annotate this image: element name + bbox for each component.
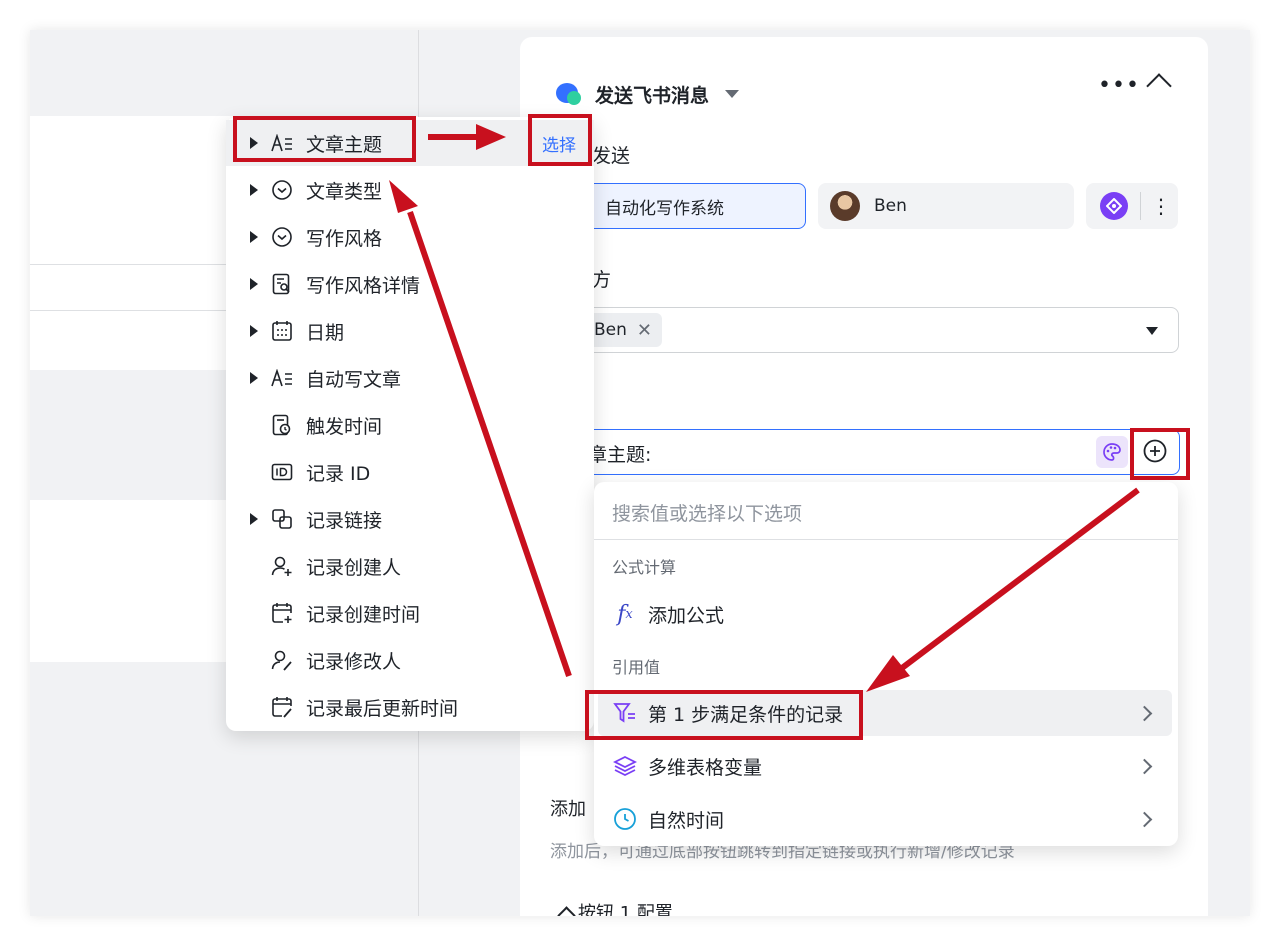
add-formula-item[interactable]: fx 添加公式 [598, 591, 1172, 637]
chevron-right-icon [1136, 758, 1153, 774]
expand-triangle-icon[interactable] [250, 513, 258, 525]
more-icon[interactable]: ••• [1098, 73, 1140, 98]
send-label: 发送 [592, 145, 631, 167]
field-item-record-last-updated[interactable]: 记录最后更新时间 [226, 684, 594, 730]
select-caret-icon[interactable] [1146, 327, 1158, 335]
avatar [830, 191, 860, 221]
group-label-reference: 引用值 [612, 658, 661, 677]
separator [594, 539, 1178, 540]
clock-icon [612, 806, 638, 832]
field-item-writing-style-detail[interactable]: 写作风格详情 [226, 261, 594, 307]
field-item-trigger-time[interactable]: 触发时间 [226, 402, 594, 448]
add-button-label: 添加 [550, 799, 586, 820]
annotation-box-add [1130, 428, 1190, 480]
field-item-record-modifier[interactable]: 记录修改人 [226, 637, 594, 683]
action-title: 发送飞书消息 [595, 84, 710, 107]
field-item-label: 记录修改人 [306, 650, 402, 673]
text-icon [270, 366, 294, 390]
lookup-icon [270, 272, 294, 296]
field-item-label: 记录最后更新时间 [306, 697, 459, 720]
annotation-box-ref-item [585, 690, 863, 740]
chevron-right-icon [1136, 705, 1153, 721]
field-item-record-link[interactable]: 记录链接 [226, 496, 594, 542]
source-option-user[interactable]: Ben [818, 183, 1074, 229]
ref-item-table-variables[interactable]: 多维表格变量 [598, 743, 1172, 789]
chevron-up-icon[interactable] [557, 906, 576, 916]
field-item-article-type[interactable]: 文章类型 [226, 167, 594, 213]
field-item-label: 日期 [306, 321, 345, 344]
field-item-label: 自动写文章 [306, 368, 402, 391]
field-item-label: 记录创建时间 [306, 603, 421, 626]
field-item-date[interactable]: 日期 [226, 308, 594, 354]
collapse-icon[interactable] [1146, 73, 1172, 99]
annotation-box-field [233, 116, 416, 162]
feishu-message-icon [556, 83, 581, 105]
id-icon [270, 460, 294, 484]
field-item-label: 记录创建人 [306, 556, 402, 579]
expand-triangle-icon[interactable] [250, 278, 258, 290]
source-option-label: 自动化写作系统 [605, 198, 724, 219]
single-select-icon [270, 178, 294, 202]
expand-triangle-icon[interactable] [250, 231, 258, 243]
group-label-formula: 公式计算 [612, 558, 677, 577]
kebab-menu-icon[interactable]: ⋮ [1151, 196, 1171, 216]
add-formula-label: 添加公式 [648, 604, 725, 627]
field-item-record-id[interactable]: 记录 ID [226, 449, 594, 495]
field-item-label: 写作风格 [306, 227, 383, 250]
field-item-record-created-time[interactable]: 记录创建时间 [226, 590, 594, 636]
variable-dropdown: 搜索值或选择以下选项 公式计算 fx 添加公式 引用值 第 1 步满足条件的记录… [594, 482, 1178, 846]
expand-triangle-icon[interactable] [250, 325, 258, 337]
separator [1140, 192, 1141, 220]
user-name: Ben [874, 196, 907, 216]
expand-triangle-icon[interactable] [250, 184, 258, 196]
field-dropdown: 文章主题 选择 文章类型 写作风格 写作风格详情 日期 自动写文章 触发时间 记… [226, 117, 594, 731]
chevron-right-icon [1136, 811, 1153, 827]
message-content-text: 章主题: [588, 444, 652, 466]
calendar-icon [270, 319, 294, 343]
ref-item-label: 自然时间 [648, 809, 725, 832]
variable-search-input[interactable]: 搜索值或选择以下选项 [612, 499, 802, 526]
link-icon [270, 507, 294, 531]
field-item-auto-write[interactable]: 自动写文章 [226, 355, 594, 401]
action-title-row[interactable]: 发送飞书消息 [555, 77, 740, 111]
field-item-label: 记录链接 [306, 509, 383, 532]
button-config-title[interactable]: 按钮 1 配置 [578, 899, 673, 916]
time-doc-icon [270, 413, 294, 437]
expand-triangle-icon[interactable] [250, 372, 258, 384]
annotation-box-select [528, 114, 592, 166]
field-item-label: 触发时间 [306, 415, 383, 438]
calendar-edit-icon [270, 695, 294, 719]
ref-item-label: 多维表格变量 [648, 756, 763, 779]
field-item-writing-style[interactable]: 写作风格 [226, 214, 594, 260]
calendar-add-icon [270, 601, 294, 625]
receiver-chip-label: Ben [594, 320, 627, 340]
user-edit-icon [270, 648, 294, 672]
user-add-icon [270, 554, 294, 578]
layers-icon [612, 753, 638, 779]
ref-item-natural-time[interactable]: 自然时间 [598, 796, 1172, 842]
palette-icon[interactable] [1096, 436, 1128, 468]
field-item-label: 记录 ID [306, 462, 371, 485]
source-option-bot[interactable]: ⋮ [1086, 183, 1178, 229]
receiver-label: 方 [592, 269, 612, 291]
bot-icon [1100, 192, 1128, 220]
formula-icon: fx [617, 601, 633, 627]
close-icon[interactable]: ✕ [637, 320, 652, 341]
caret-down-icon[interactable] [725, 90, 740, 98]
field-item-label: 写作风格详情 [306, 274, 421, 297]
single-select-icon [270, 225, 294, 249]
field-item-label: 文章类型 [306, 180, 383, 203]
field-item-record-creator[interactable]: 记录创建人 [226, 543, 594, 589]
